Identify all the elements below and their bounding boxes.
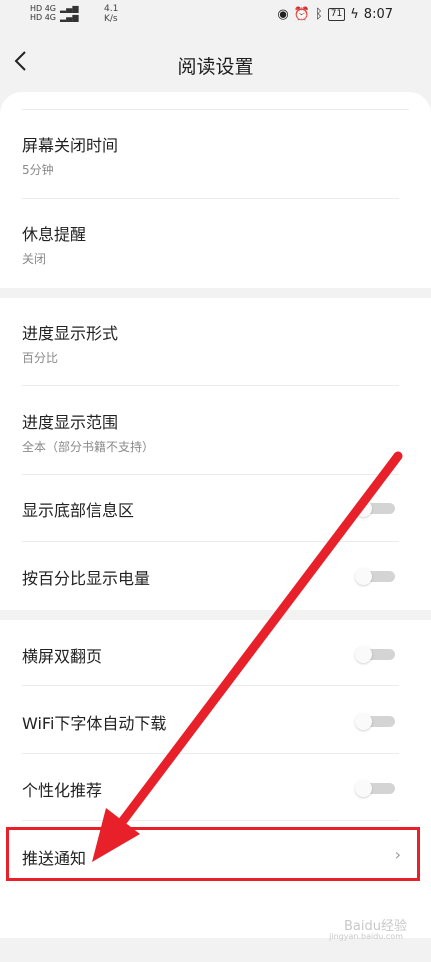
- setting-label: 显示底部信息区: [22, 501, 135, 520]
- bottom-info-toggle[interactable]: [355, 500, 395, 517]
- annotation-highlight-box: [6, 827, 420, 881]
- battery-percent-toggle[interactable]: [355, 568, 395, 585]
- setting-label: 屏幕关闭时间: [22, 136, 119, 155]
- setting-progress-format[interactable]: 进度显示形式 百分比: [0, 320, 431, 380]
- speed-value: 4.1: [104, 4, 119, 14]
- section-separator: [0, 288, 431, 298]
- signal-icon: ▂▄▆: [60, 13, 79, 22]
- setting-label: 按百分比显示电量: [22, 569, 151, 588]
- signal-icon: ▂▄▆: [60, 4, 79, 13]
- sim1-label: HD 4G: [30, 4, 57, 13]
- setting-label: 个性化推荐: [22, 781, 103, 800]
- setting-progress-range[interactable]: 进度显示范围 全本（部分书籍不支持）: [0, 409, 431, 469]
- settings-card: 屏幕关闭时间 5分钟 休息提醒 关闭 进度显示形式 百分比 进度显示范围 全本（…: [0, 92, 431, 938]
- divider: [22, 685, 399, 686]
- alarm-icon: ⏰: [293, 7, 310, 22]
- divider: [22, 385, 399, 386]
- clock-time: 8:07: [363, 7, 393, 22]
- setting-wifi-font-download: WiFi下字体自动下载: [0, 710, 431, 734]
- bluetooth-icon: ᛒ: [314, 7, 323, 22]
- sim2-label: HD 4G: [30, 13, 57, 22]
- wifi-font-download-toggle[interactable]: [355, 713, 395, 730]
- setting-value: 百分比: [22, 351, 59, 365]
- divider: [22, 541, 399, 542]
- watermark-url: jingyan.baidu.com: [329, 932, 403, 941]
- personalized-toggle[interactable]: [355, 780, 395, 797]
- divider: [22, 753, 399, 754]
- app-header: 阅读设置: [0, 32, 431, 94]
- setting-value: 5分钟: [22, 163, 54, 177]
- signal-indicators: HD 4G ▂▄▆ HD 4G ▂▄▆: [30, 4, 78, 22]
- speed-unit: K/s: [104, 14, 118, 24]
- setting-value: 全本（部分书籍不支持）: [22, 440, 155, 454]
- section-separator: [0, 610, 431, 620]
- status-bar: HD 4G ▂▄▆ HD 4G ▂▄▆ 4.1 K/s ◉ ⏰ ᛒ 71 ϟ 8:0…: [0, 0, 431, 32]
- setting-label: 休息提醒: [22, 225, 87, 244]
- divider: [22, 109, 409, 110]
- bottom-bar: [0, 938, 431, 962]
- setting-landscape-double: 横屏双翻页: [0, 643, 431, 667]
- battery-icon: 71: [327, 8, 346, 21]
- divider: [22, 198, 399, 199]
- charging-icon: ϟ: [350, 7, 359, 22]
- setting-label: WiFi下字体自动下载: [22, 714, 167, 733]
- status-icons: ◉ ⏰ ᛒ 71 ϟ 8:07: [277, 7, 393, 22]
- setting-label: 进度显示形式: [22, 324, 119, 343]
- setting-personalized: 个性化推荐: [0, 777, 431, 801]
- setting-label: 进度显示范围: [22, 413, 119, 432]
- setting-label: 横屏双翻页: [22, 647, 103, 666]
- eye-icon: ◉: [277, 7, 289, 22]
- page-title: 阅读设置: [177, 56, 254, 78]
- setting-screen-off-time[interactable]: 屏幕关闭时间 5分钟: [0, 132, 431, 192]
- setting-rest-reminder[interactable]: 休息提醒 关闭: [0, 221, 431, 281]
- divider: [22, 820, 399, 821]
- setting-battery-percent: 按百分比显示电量: [0, 565, 431, 589]
- network-speed: 4.1 K/s: [104, 4, 118, 24]
- setting-bottom-info: 显示底部信息区: [0, 497, 431, 521]
- divider: [22, 474, 399, 475]
- landscape-double-toggle[interactable]: [355, 646, 395, 663]
- setting-value: 关闭: [22, 252, 47, 266]
